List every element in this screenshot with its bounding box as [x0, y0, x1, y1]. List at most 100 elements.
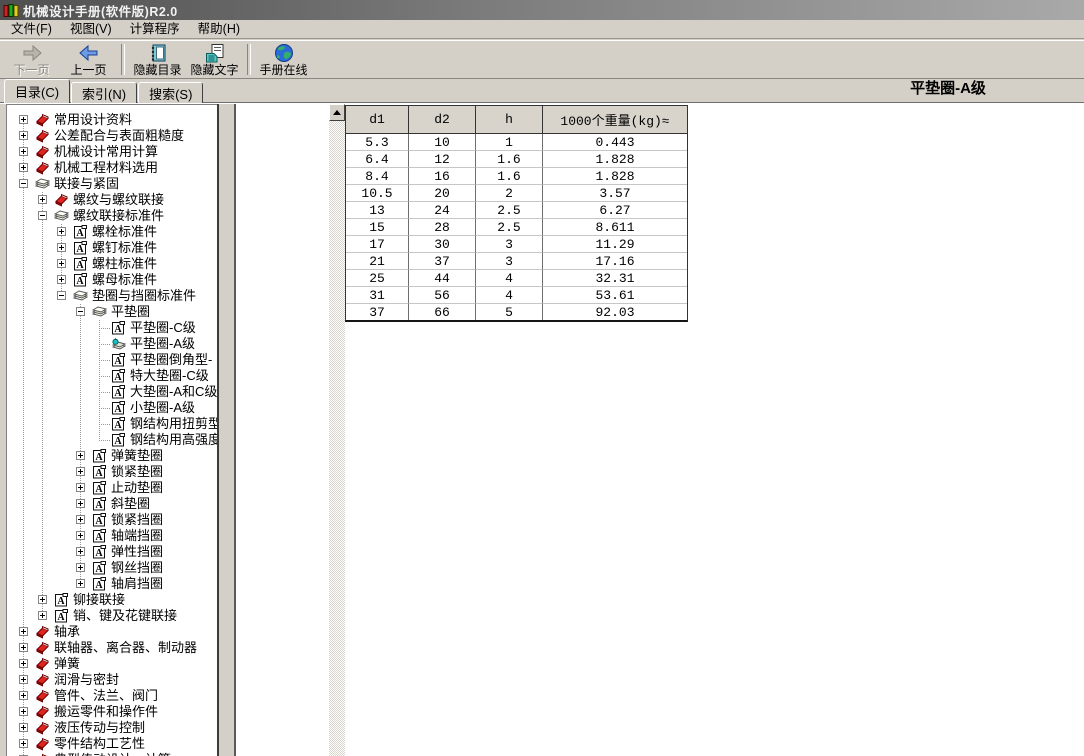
collapse-minus-box[interactable] [76, 307, 85, 316]
svg-text:A: A [114, 356, 122, 367]
tree-item-label[interactable]: 搬运零件和操作件 [54, 704, 158, 720]
expand-plus-box[interactable] [76, 451, 85, 460]
tree-item-label[interactable]: 公差配合与表面粗糙度 [54, 128, 184, 144]
expand-plus-box[interactable] [19, 707, 28, 716]
tree-item-label[interactable]: 螺钉标准件 [92, 240, 157, 256]
scroll-up-button[interactable] [329, 104, 345, 121]
expand-plus-box[interactable] [76, 483, 85, 492]
expand-plus-box[interactable] [19, 659, 28, 668]
expand-plus-box[interactable] [19, 115, 28, 124]
svg-text:A: A [95, 548, 103, 559]
tree-item-label[interactable]: 垫圈与挡圈标准件 [92, 288, 196, 304]
tree-item-label[interactable]: 铆接联接 [73, 592, 125, 608]
tree-item-label[interactable]: 弹簧垫圈 [111, 448, 163, 464]
tree-item-label[interactable]: 螺母标准件 [92, 272, 157, 288]
tree-item-label[interactable]: 平垫圈-C级 [130, 320, 196, 336]
expand-plus-box[interactable] [57, 259, 66, 268]
expand-plus-box[interactable] [76, 563, 85, 572]
content-vertical-scrollbar[interactable] [329, 104, 345, 756]
tree-item-label[interactable]: 液压传动与控制 [54, 720, 145, 736]
expand-plus-box[interactable] [38, 195, 47, 204]
tree-item-label[interactable]: 机械工程材料选用 [54, 160, 158, 176]
tree-item-label[interactable]: 螺纹联接标准件 [73, 208, 164, 224]
tree-guide-leader [99, 344, 110, 345]
menu-item[interactable]: 计算程序 [121, 21, 189, 38]
expand-plus-box[interactable] [76, 499, 85, 508]
tab-index[interactable]: 索引(N) [71, 82, 138, 103]
expand-plus-box[interactable] [38, 611, 47, 620]
toolbar-button-label: 隐藏目录 [133, 62, 182, 77]
tree-item-label[interactable]: 弹簧 [54, 656, 80, 672]
tab-catalog[interactable]: 目录(C) [4, 79, 71, 103]
expand-plus-box[interactable] [76, 515, 85, 524]
table-cell: 92.03 [595, 304, 635, 320]
tree-item-label[interactable]: 螺栓标准件 [92, 224, 157, 240]
expand-plus-box[interactable] [19, 147, 28, 156]
tree-item: A 斜垫圈 [7, 496, 217, 512]
menu-item[interactable]: 文件(F) [2, 21, 61, 38]
expand-plus-box[interactable] [76, 579, 85, 588]
expand-plus-box[interactable] [19, 163, 28, 172]
tree-item-label[interactable]: 锁紧挡圈 [111, 512, 163, 528]
menu-item[interactable]: 视图(V) [61, 21, 121, 38]
expand-plus-box[interactable] [57, 243, 66, 252]
tree-item-label[interactable]: 螺纹与螺纹联接 [73, 192, 164, 208]
toolbar-button-hide-text-doc[interactable]: 隐藏文字 [186, 41, 243, 78]
toolbar-button-hide-toc-book[interactable]: 隐藏目录 [129, 41, 186, 78]
tree-item-label[interactable]: 润滑与密封 [54, 672, 119, 688]
tree-item-label[interactable]: 典型传动设计、计算 [54, 752, 171, 756]
panel-splitter[interactable] [217, 104, 236, 756]
expand-plus-box[interactable] [38, 595, 47, 604]
tree-item-label[interactable]: 轴端挡圈 [111, 528, 163, 544]
tree-item-label[interactable]: 平垫圈 [111, 304, 150, 320]
tab-search[interactable]: 搜索(S) [138, 82, 204, 103]
expand-plus-box[interactable] [76, 531, 85, 540]
tree-item-label[interactable]: 锁紧垫圈 [111, 464, 163, 480]
expand-plus-box[interactable] [19, 675, 28, 684]
tree-item-label[interactable]: 机械设计常用计算 [54, 144, 158, 160]
tree-item-label[interactable]: 轴承 [54, 624, 80, 640]
tree-item-label[interactable]: 常用设计资料 [54, 112, 132, 128]
tree-item-label[interactable]: 钢丝挡圈 [111, 560, 163, 576]
table-cell: 10.5 [346, 185, 409, 202]
expand-plus-box[interactable] [19, 691, 28, 700]
tree-item: A 轴肩挡圈 [7, 576, 217, 592]
expand-plus-box[interactable] [19, 643, 28, 652]
tree-item-label[interactable]: 止动垫圈 [111, 480, 163, 496]
tree-item-label[interactable]: 管件、法兰、阀门 [54, 688, 158, 704]
tree-item-label[interactable]: 零件结构工艺性 [54, 736, 145, 752]
tree-item-label[interactable]: 联接与紧固 [54, 176, 119, 192]
collapse-minus-box[interactable] [19, 179, 28, 188]
tree-item-label[interactable]: 特大垫圈-C级 [130, 368, 209, 384]
tree-item-label[interactable]: 平垫圈倒角型- [130, 352, 212, 368]
tree-item-label[interactable]: 大垫圈-A和C级 [130, 384, 217, 400]
expand-plus-box[interactable] [19, 131, 28, 140]
tree-item-label[interactable]: 螺柱标准件 [92, 256, 157, 272]
tree-item: 垫圈与挡圈标准件 [7, 288, 217, 304]
tree-item-label[interactable]: 弹性挡圈 [111, 544, 163, 560]
collapse-minus-box[interactable] [38, 211, 47, 220]
tree-item-label[interactable]: 联轴器、离合器、制动器 [54, 640, 197, 656]
tree-item-label[interactable]: 斜垫圈 [111, 496, 150, 512]
toolbar-button-globe[interactable]: 手册在线 [255, 41, 312, 78]
expand-plus-box[interactable] [19, 723, 28, 732]
toolbar-button-prev-page-arrow[interactable]: 上一页 [60, 41, 117, 78]
tree-item-label[interactable]: 小垫圈-A级 [130, 400, 195, 416]
tree-item-label[interactable]: 钢结构用高强度 [130, 432, 217, 448]
tree-item: 液压传动与控制 [7, 720, 217, 736]
expand-plus-box[interactable] [57, 227, 66, 236]
expand-plus-box[interactable] [57, 275, 66, 284]
menu-item[interactable]: 帮助(H) [189, 21, 249, 38]
tree-item-label[interactable]: 钢结构用扭剪型 [130, 416, 217, 432]
scrollbar-track[interactable] [329, 121, 345, 756]
expand-plus-box[interactable] [19, 739, 28, 748]
expand-plus-box[interactable] [19, 627, 28, 636]
collapse-minus-box[interactable] [57, 291, 66, 300]
expand-plus-box[interactable] [76, 547, 85, 556]
tree-item-label[interactable]: 销、键及花键联接 [73, 608, 177, 624]
tree-item-label[interactable]: 平垫圈-A级 [130, 336, 195, 352]
book-icon [35, 145, 50, 159]
tree-item-label[interactable]: 轴肩挡圈 [111, 576, 163, 592]
doc-icon: A [92, 545, 107, 559]
expand-plus-box[interactable] [76, 467, 85, 476]
